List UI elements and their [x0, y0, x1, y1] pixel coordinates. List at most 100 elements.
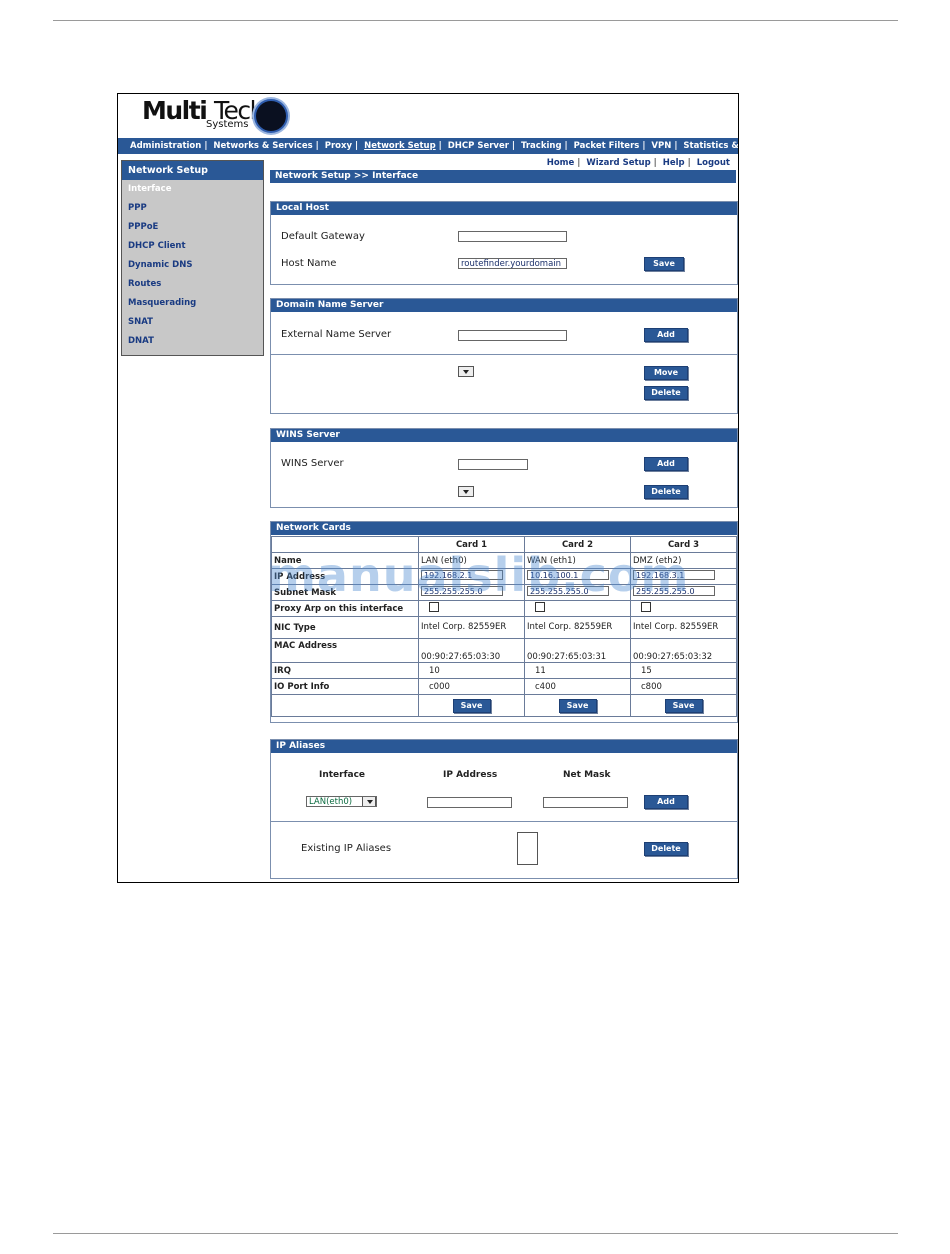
row-label-proxy-arp: Proxy Arp on this interface	[271, 600, 419, 617]
top-navigation: Administration | Networks & Services | Pro…	[118, 138, 738, 154]
logo-text-systems: Systems	[206, 119, 249, 130]
card-1-save-button[interactable]: Save	[452, 698, 491, 713]
dns-panel: Domain Name Server External Name Server …	[270, 298, 738, 414]
alias-mask-input[interactable]	[543, 797, 628, 808]
dns-delete-button[interactable]: Delete	[644, 386, 688, 400]
card-2-save-button[interactable]: Save	[558, 698, 597, 713]
local-host-save-button[interactable]: Save	[644, 257, 684, 271]
ip-aliases-col-interface: Interface	[319, 770, 366, 780]
nav-statistics-logs[interactable]: Statistics & Logs	[683, 141, 738, 151]
watermark: manualslib.com	[268, 548, 690, 602]
dns-server-list-select[interactable]	[458, 366, 474, 377]
alias-add-button[interactable]: Add	[644, 795, 688, 809]
sidebar-item-ppp[interactable]: PPP	[122, 199, 263, 218]
table-row: IRQ 10 11 15	[271, 662, 737, 679]
card-2-nic: Intel Corp. 82559ER	[524, 616, 631, 639]
host-name-label: Host Name	[281, 258, 337, 269]
card-1-proxy-arp-checkbox[interactable]	[429, 602, 439, 612]
table-row: Proxy Arp on this interface	[271, 600, 737, 617]
row-label-irq: IRQ	[271, 662, 419, 679]
utility-links: Home | Wizard Setup | Help | Logout	[546, 158, 730, 168]
sidebar-item-dynamic-dns[interactable]: Dynamic DNS	[122, 256, 263, 275]
alias-ip-input[interactable]	[427, 797, 512, 808]
logo-text-multi: Multi	[142, 96, 208, 125]
ip-aliases-title: IP Aliases	[271, 740, 737, 753]
nav-networks-services[interactable]: Networks & Services	[213, 141, 312, 151]
sidebar-item-masquerading[interactable]: Masquerading	[122, 294, 263, 313]
sidebar-item-pppoe[interactable]: PPPoE	[122, 218, 263, 237]
wins-server-list-select[interactable]	[458, 486, 474, 497]
ip-aliases-col-mask: Net Mask	[563, 770, 611, 780]
default-gateway-label: Default Gateway	[281, 231, 365, 242]
nav-vpn[interactable]: VPN	[651, 141, 671, 151]
ip-aliases-col-ip: IP Address	[443, 770, 498, 780]
card-3-proxy-arp-checkbox[interactable]	[641, 602, 651, 612]
local-host-title: Local Host	[271, 202, 737, 215]
card-1-io: c000	[418, 678, 525, 695]
top-rule	[53, 20, 898, 21]
interface-select-value: LAN(eth0)	[309, 797, 353, 807]
nav-dhcp-server[interactable]: DHCP Server	[448, 141, 509, 151]
dns-add-button[interactable]: Add	[644, 328, 688, 342]
table-row: NIC Type Intel Corp. 82559ER Intel Corp.…	[271, 616, 737, 639]
card-2-proxy-arp-checkbox[interactable]	[535, 602, 545, 612]
nav-proxy[interactable]: Proxy	[325, 141, 352, 151]
wins-delete-button[interactable]: Delete	[644, 485, 688, 499]
row-label-io: IO Port Info	[271, 678, 419, 695]
util-home[interactable]: Home	[547, 158, 575, 168]
existing-aliases-label: Existing IP Aliases	[301, 843, 392, 854]
card-3-save-button[interactable]: Save	[664, 698, 703, 713]
alias-delete-button[interactable]: Delete	[644, 842, 688, 856]
table-row: MAC Address 00:90:27:65:03:30 00:90:27:6…	[271, 638, 737, 663]
sidebar-item-interface[interactable]: Interface	[122, 180, 263, 199]
ip-aliases-panel: IP Aliases Interface IP Address Net Mask…	[270, 739, 738, 879]
external-name-server-label: External Name Server	[281, 329, 392, 340]
card-2-io: c400	[524, 678, 631, 695]
table-row: Save Save Save	[271, 694, 737, 717]
dns-title: Domain Name Server	[271, 299, 737, 312]
breadcrumb: Network Setup >> Interface	[270, 170, 736, 183]
sidebar-item-dnat[interactable]: DNAT	[122, 332, 263, 351]
default-gateway-input[interactable]	[458, 231, 567, 242]
wins-title: WINS Server	[271, 429, 737, 442]
card-1-nic: Intel Corp. 82559ER	[418, 616, 525, 639]
logo-globe-icon	[254, 99, 288, 133]
nav-packet-filters[interactable]: Packet Filters	[574, 141, 640, 151]
wins-server-label: WINS Server	[281, 458, 344, 469]
util-help[interactable]: Help	[663, 158, 685, 168]
sidebar-item-dhcp-client[interactable]: DHCP Client	[122, 237, 263, 256]
ip-aliases-divider	[271, 821, 737, 822]
chevron-down-icon	[362, 797, 376, 806]
dns-move-button[interactable]: Move	[644, 366, 688, 380]
local-host-panel: Local Host Default Gateway Host Name rou…	[270, 201, 738, 285]
dns-divider	[271, 354, 737, 355]
wins-add-button[interactable]: Add	[644, 457, 688, 471]
card-2-irq: 11	[524, 662, 631, 679]
row-label-mac: MAC Address	[271, 638, 419, 663]
sidebar-item-routes[interactable]: Routes	[122, 275, 263, 294]
sidebar-title: Network Setup	[122, 161, 263, 180]
sidebar: Network Setup Interface PPP PPPoE DHCP C…	[121, 160, 264, 356]
card-3-io: c800	[630, 678, 737, 695]
table-row: IO Port Info c000 c400 c800	[271, 678, 737, 695]
existing-aliases-list[interactable]	[517, 832, 538, 865]
screenshot-frame: Multi Tech Systems Administration | Netwo…	[117, 93, 739, 883]
card-2-mac: 00:90:27:65:03:31	[524, 638, 631, 663]
card-1-mac: 00:90:27:65:03:30	[418, 638, 525, 663]
card-1-irq: 10	[418, 662, 525, 679]
interface-select[interactable]: LAN(eth0)	[306, 796, 377, 807]
nav-tracking[interactable]: Tracking	[521, 141, 562, 151]
util-wizard-setup[interactable]: Wizard Setup	[586, 158, 650, 168]
network-cards-title: Network Cards	[271, 522, 737, 535]
card-3-irq: 15	[630, 662, 737, 679]
util-logout[interactable]: Logout	[697, 158, 730, 168]
host-name-input[interactable]: routefinder.yourdomain	[458, 258, 567, 269]
wins-panel: WINS Server WINS Server Add Delete	[270, 428, 738, 508]
external-name-server-input[interactable]	[458, 330, 567, 341]
nav-administration[interactable]: Administration	[130, 141, 201, 151]
nav-network-setup[interactable]: Network Setup	[364, 141, 436, 151]
sidebar-item-snat[interactable]: SNAT	[122, 313, 263, 332]
card-3-mac: 00:90:27:65:03:32	[630, 638, 737, 663]
wins-server-input[interactable]	[458, 459, 528, 470]
card-3-nic: Intel Corp. 82559ER	[630, 616, 737, 639]
